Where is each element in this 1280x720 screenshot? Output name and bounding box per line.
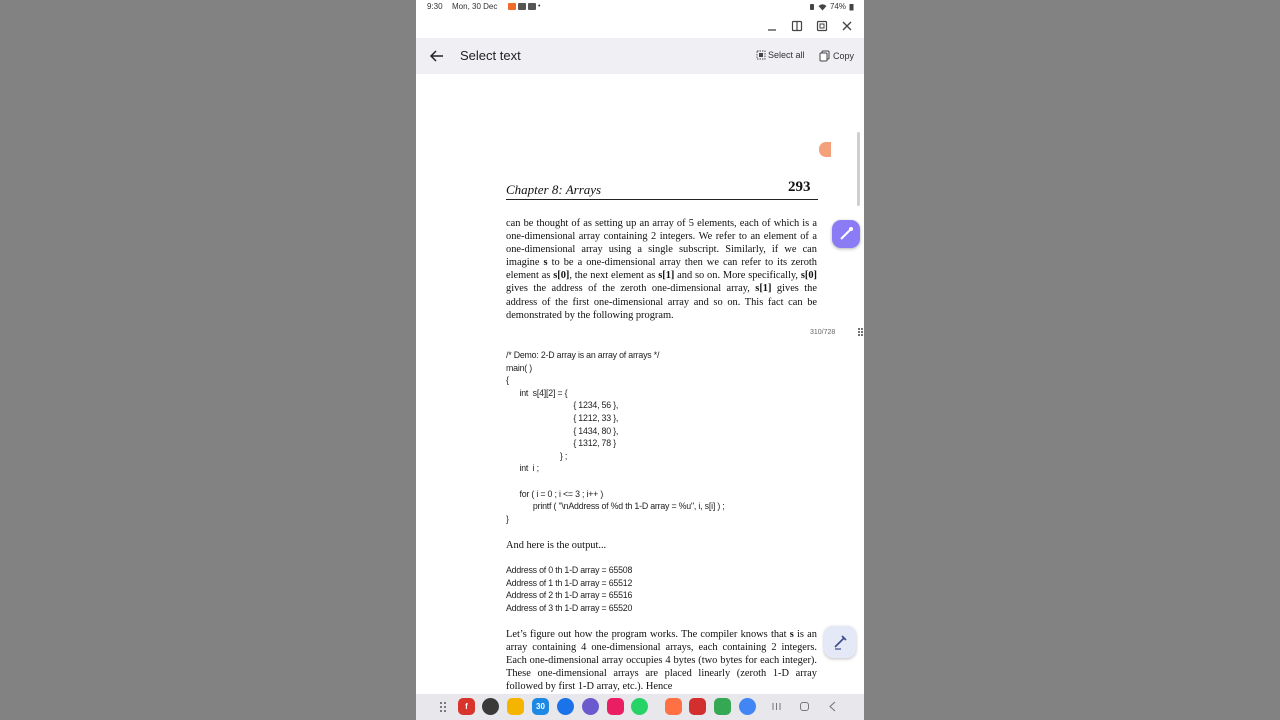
output-line: Address of 2 th 1-D array = 65516 (506, 590, 633, 601)
chat-icon[interactable] (582, 698, 599, 715)
status-bar: 9:30 Mon, 30 Dec • 74% (416, 0, 864, 14)
battery-icon (849, 3, 854, 10)
reader-icon[interactable] (665, 698, 682, 715)
status-date: Mon, 30 Dec (452, 2, 498, 11)
output-line: Address of 1 th 1-D array = 65512 (506, 577, 633, 588)
recorder-notification-icon (508, 3, 516, 10)
output-line: Address of 0 th 1-D array = 65508 (506, 565, 633, 575)
flipboard-icon[interactable]: f (458, 698, 475, 715)
paragraph-2: Let’s figure out how the program works. … (506, 629, 817, 693)
chrome-icon[interactable] (739, 698, 756, 715)
alarm-icon (809, 3, 814, 10)
whatsapp-icon[interactable] (631, 698, 648, 715)
youtube-notification-icon (528, 3, 536, 10)
select-all-icon (756, 50, 766, 60)
select-all-label: Select all (768, 50, 805, 60)
maximize-icon[interactable] (814, 18, 830, 34)
status-time: 9:30 (427, 2, 443, 11)
copy-label: Copy (833, 51, 855, 61)
messages-icon[interactable] (557, 698, 574, 715)
select-all-button[interactable]: Select all (756, 50, 805, 60)
recent-apps-icon[interactable] (768, 698, 785, 715)
camera-app-icon[interactable] (482, 698, 499, 715)
home-icon[interactable] (796, 698, 813, 715)
drag-handle-icon[interactable] (854, 324, 864, 340)
app-bar: Select text Select all Copy (416, 38, 864, 74)
taskbar: f 30 (416, 694, 864, 720)
notification-icons: • (508, 3, 540, 10)
minimize-icon[interactable] (764, 18, 780, 34)
close-icon[interactable] (839, 18, 855, 34)
copy-button[interactable]: Copy (819, 50, 854, 62)
output-block: Address of 0 th 1-D array = 65508 Address… (506, 564, 806, 614)
copy-icon (819, 50, 830, 62)
code-line: main( ) (506, 362, 532, 373)
code-line: { 1212, 33 }, (506, 412, 619, 423)
pen-tool-button[interactable] (832, 220, 860, 248)
pen-icon (840, 227, 853, 240)
code-line: { 1312, 78 } (506, 438, 616, 449)
output-line: Address of 3 th 1-D array = 65520 (506, 602, 633, 613)
scrollbar[interactable] (857, 132, 860, 206)
more-notifications-icon: • (538, 3, 541, 10)
code-line: printf ( "\nAddress of %d th 1-D array =… (506, 501, 725, 512)
page-counter: 310/728 (810, 329, 836, 336)
code-line: int s[4][2] = { (506, 387, 568, 398)
edit-button[interactable] (824, 626, 856, 658)
back-arrow-icon[interactable] (428, 47, 446, 65)
battery-percent: 74% (829, 2, 846, 11)
floating-bubble[interactable] (819, 142, 831, 157)
drive-icon[interactable] (714, 698, 731, 715)
screen-recorder-icon[interactable] (607, 698, 624, 715)
window-controls (416, 14, 864, 38)
code-line: } ; (506, 450, 568, 461)
paragraph-1: can be thought of as setting up an array… (506, 218, 817, 321)
edit-pen-icon (834, 635, 847, 650)
code-line: { 1234, 56 }, (506, 400, 619, 411)
split-view-icon[interactable] (789, 18, 805, 34)
wifi-icon (818, 3, 827, 10)
nav-back-icon[interactable] (824, 698, 841, 715)
pdf-reader-icon[interactable] (689, 698, 706, 715)
header-rule (506, 199, 818, 200)
page-title: Select text (460, 48, 521, 63)
code-line: for ( i = 0 ; i <= 3 ; i++ ) (506, 488, 604, 499)
code-line: } (506, 513, 509, 524)
code-line: int i ; (506, 463, 539, 474)
code-line: /* Demo: 2-D array is an array of arrays… (506, 350, 660, 360)
code-line: { (506, 375, 509, 386)
chapter-title: Chapter 8: Arrays (506, 182, 602, 197)
status-right: 74% (809, 2, 854, 11)
files-icon[interactable] (507, 698, 524, 715)
code-line: { 1434, 80 }, (506, 425, 619, 436)
page-number: 293 (788, 179, 811, 195)
calendar-icon[interactable]: 30 (532, 698, 549, 715)
output-intro: And here is the output... (506, 540, 607, 551)
code-block: /* Demo: 2-D array is an array of arrays… (506, 349, 806, 525)
tablet-screen: 9:30 Mon, 30 Dec • 74% Select text Selec… (416, 0, 864, 720)
check-notification-icon (518, 3, 526, 10)
document-page[interactable]: 310/728 Chapter 8: Arrays 293 can be tho… (416, 74, 863, 694)
apps-grid-icon[interactable] (436, 698, 453, 715)
